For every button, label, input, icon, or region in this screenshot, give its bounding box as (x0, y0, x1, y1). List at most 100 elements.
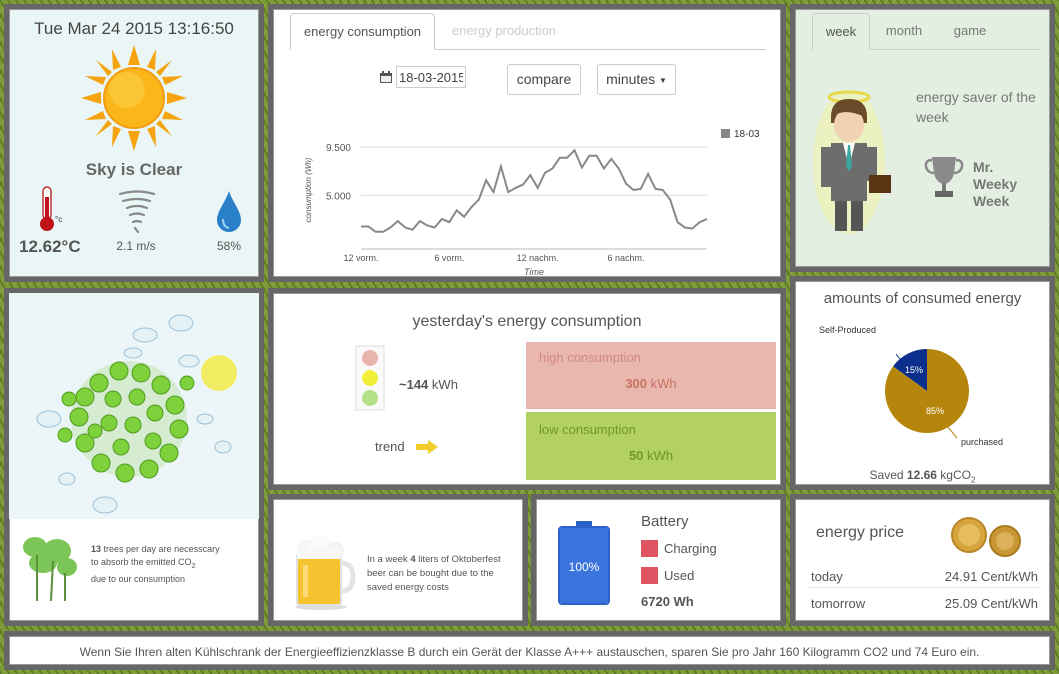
consumed-energy-pie: Self-Produced purchased 15% 85% (819, 325, 1003, 447)
low-consumption-label: low consumption (539, 422, 636, 437)
beer-liters: 4 (410, 554, 416, 565)
trees-panel: 13 trees per day are necesscary to absor… (4, 288, 264, 626)
saved-unit-sub: 2 (970, 475, 976, 485)
x-tick-label: 6 nachm. (608, 253, 645, 263)
ticker-panel: Wenn Sie Ihren alten Kühlschrank der Ene… (4, 631, 1055, 670)
legend-swatch-18-03 (721, 129, 730, 138)
yesterday-title: yesterday's energy consumption (412, 313, 642, 330)
series-line-18-03 (361, 148, 708, 233)
earth-trees-illustration (36, 314, 237, 514)
trees-text: 13 trees per day are necesscary to absor… (91, 543, 261, 586)
yesterday-kwh-unit: kWh (431, 377, 458, 392)
tab-month[interactable]: month (875, 13, 933, 50)
x-tick-label: 12 nachm. (517, 253, 559, 263)
trend-arrow-icon (416, 440, 438, 454)
legend-charging-swatch (641, 540, 658, 557)
yesterday-panel: yesterday's energy consumption ~144 kWh … (268, 288, 786, 490)
saved-value: 12.66 (906, 468, 937, 482)
low-consumption-value: 50 kWh (526, 448, 776, 463)
price-panel: energy price today 24.91 Cent/kWh tomorr… (790, 494, 1055, 626)
high-value: 300 (625, 376, 648, 391)
price-today-label: today (811, 569, 843, 584)
pie-pct-self: 15% (905, 365, 923, 375)
minutes-label: minutes (606, 71, 656, 87)
x-axis-title: Time (524, 267, 544, 277)
price-tomorrow-value: 25.09 Cent/kWh (944, 596, 1038, 611)
battery-title: Battery (641, 513, 689, 530)
y-axis-title: consumption (Wh) (304, 157, 313, 222)
low-unit: kWh (647, 448, 674, 463)
price-title: energy price (816, 524, 905, 541)
energy-saver-title: energy saver of the week (916, 89, 1036, 125)
price-today-value: 24.91 Cent/kWh (944, 569, 1038, 584)
trees-co2-sub: 2 (191, 562, 196, 570)
trees-line3: due to our consumption (91, 573, 186, 584)
pie-pct-purchased: 85% (926, 406, 944, 416)
saved-prefix: Saved (869, 468, 904, 482)
consumption-chart-panel: energy consumption energy production com… (268, 4, 786, 282)
beer-line3: saved energy costs (367, 582, 449, 593)
trees-line2: to absorb the emitted CO (91, 557, 192, 567)
legend-label-18-03: 18-03 (734, 129, 760, 140)
tab-week[interactable]: week (812, 13, 870, 50)
tabs-underline (435, 49, 766, 50)
high-unit: kWh (650, 376, 677, 391)
ranking-panel: week month game energy saver of the week… (790, 4, 1055, 272)
tabs-underline (870, 49, 1040, 50)
calendar-icon (380, 71, 392, 83)
caret-down-icon: ▼ (659, 75, 667, 85)
beer-line1: liters of Oktoberfest (418, 554, 501, 565)
battery-energy: 6720 Wh (641, 594, 694, 609)
beer-line2: beer can be bought due to the (367, 568, 494, 579)
legend-charging: Charging (664, 541, 717, 556)
winner-name: Mr. Weeky Week (973, 159, 1018, 209)
x-tick-label: 6 vorm. (434, 253, 464, 263)
water-drop-icon (217, 191, 241, 232)
temperature: 12.62°C (19, 237, 81, 256)
tab-game[interactable]: game (941, 13, 999, 50)
beer-mug-icon (295, 536, 356, 610)
battery-panel: 100% Battery Charging Used 6720 Wh (531, 494, 786, 626)
legend-used-swatch (641, 567, 658, 584)
trees-line1: trees per day are necesscary (103, 544, 220, 554)
sun-icon (81, 45, 187, 151)
trend-label: trend (375, 439, 405, 454)
low-value: 50 (628, 448, 644, 463)
legend-used: Used (664, 568, 695, 583)
traffic-light-icon (355, 345, 385, 411)
thermometer-icon (40, 186, 54, 231)
datetime: Tue Mar 24 2015 13:16:50 (34, 19, 234, 38)
y-tick-label: 9.500 (326, 143, 351, 154)
trees-icon (23, 537, 77, 602)
tab-energy-consumption[interactable]: energy consumption (290, 13, 435, 50)
date-input[interactable] (396, 66, 466, 88)
businessman-avatar (813, 90, 891, 234)
amounts-panel: amounts of consumed energy Self-Produced… (790, 276, 1055, 490)
tab-energy-production[interactable]: energy production (439, 13, 569, 50)
price-divider (807, 587, 1040, 588)
battery-body: 100% (558, 521, 610, 605)
pie-label-self-produced: Self-Produced (819, 325, 876, 335)
beer-text: In a week 4 liters of Oktoberfest beer c… (367, 553, 527, 595)
yesterday-kwh: ~144 kWh (399, 377, 458, 392)
yesterday-kwh-value: ~144 (399, 377, 429, 392)
battery-shell: 100% (558, 526, 610, 605)
battery-level: 100% (568, 560, 600, 574)
saved-unit: kgCO (940, 468, 971, 482)
minutes-dropdown[interactable]: minutes ▼ (597, 64, 676, 95)
planet-illustration-area (9, 293, 259, 519)
ticker-text: Wenn Sie Ihren alten Kühlschrank der Ene… (79, 645, 980, 659)
beer-pre: In a week (367, 554, 408, 565)
compare-button[interactable]: compare (507, 64, 581, 95)
trees-count: 13 (91, 544, 102, 554)
weather-panel: Tue Mar 24 2015 13:16:50 Sky is Clear °c… (4, 4, 264, 282)
coins-icon (951, 517, 1021, 557)
saved-co2: Saved 12.66 kgCO2 (795, 468, 1050, 484)
beer-panel: In a week 4 liters of Oktoberfest beer c… (268, 494, 528, 626)
high-consumption-box: high consumption 300 kWh (526, 342, 776, 409)
price-tomorrow-label: tomorrow (811, 596, 866, 611)
high-consumption-label: high consumption (539, 350, 641, 365)
tornado-icon (118, 190, 156, 233)
low-consumption-box: low consumption 50 kWh (526, 412, 776, 480)
consumption-line-chart: 9.500 5.000 12 vorm. 6 vorm. 12 nachm. 6 nach… (304, 129, 760, 277)
